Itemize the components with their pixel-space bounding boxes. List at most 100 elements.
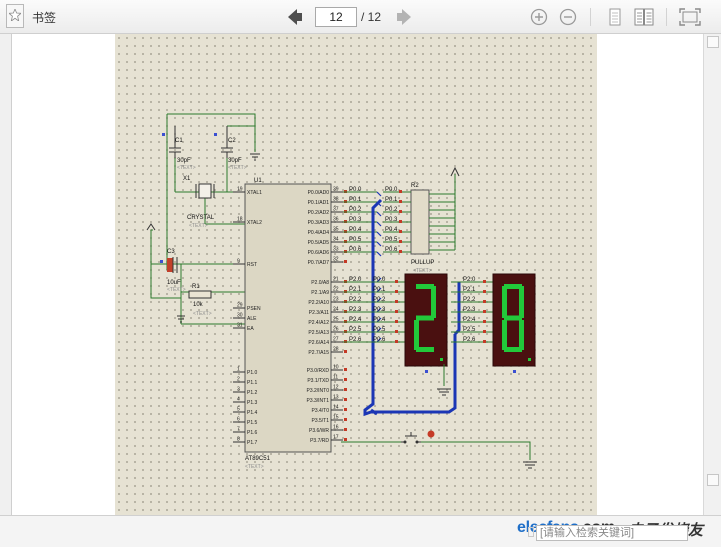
mcu-pin-name: P1.4	[247, 410, 258, 416]
zoom-out-button[interactable]	[557, 6, 579, 28]
pin-marker	[344, 388, 347, 391]
mcu-pin-number: 2	[237, 377, 240, 383]
pin-marker	[395, 330, 398, 333]
seven-segment-display-left: P0.0 P0.1 P0.2 P0.3 P0.4 P0.5 P0.6	[369, 273, 448, 373]
net-label: P0.4	[373, 317, 386, 323]
net-label: P0.3	[385, 217, 398, 223]
net-label: P2.0	[463, 277, 476, 283]
net-label: P0.4	[385, 227, 398, 233]
mcu-pin-number: 14	[333, 405, 339, 411]
pin-marker	[483, 330, 486, 333]
segment-g	[504, 315, 522, 321]
r2-name: R2	[411, 183, 419, 189]
mcu-pin-name: P0.2/AD2	[308, 210, 330, 216]
capacitor-c3: C3 10uF <TEXT>	[160, 249, 186, 293]
bookmark-panel-edge[interactable]	[0, 34, 12, 515]
pin-marker	[214, 133, 217, 136]
mcu-pin-name: P3.5/T1	[311, 418, 329, 424]
mcu-pin-name: P0.3/AD3	[308, 220, 330, 226]
net-label: P2.2	[463, 297, 476, 303]
crystal-x1: X1 CRYSTAL <TEXT>	[183, 176, 215, 229]
two-page-button[interactable]	[633, 6, 655, 28]
pin-marker	[399, 240, 402, 243]
ground-symbol	[250, 153, 260, 161]
mcu-pin-number: 26	[333, 327, 339, 333]
pin-marker	[399, 230, 402, 233]
mcu-pin-name: P1.3	[247, 400, 258, 406]
mcu-pin-name: P2.2/A10	[308, 300, 329, 306]
next-page-button[interactable]	[393, 6, 415, 28]
segment-d	[416, 347, 434, 352]
net-label: P0.0	[385, 187, 398, 193]
segment-c	[519, 320, 524, 350]
net-label: P2.3	[463, 307, 476, 313]
pin-marker	[344, 408, 347, 411]
pin-marker	[399, 190, 402, 193]
circuit-schematic: .w { stroke: #2c7a2c; stroke-width: 1; f…	[115, 34, 597, 515]
scroll-down-button[interactable]	[707, 474, 719, 486]
bus-entry	[376, 221, 382, 227]
document-viewer[interactable]: .w { stroke: #2c7a2c; stroke-width: 1; f…	[0, 34, 721, 515]
c2-value: 30pF	[228, 158, 242, 164]
mcu-pin-number: 9	[237, 259, 240, 265]
page-total: / 12	[361, 10, 382, 24]
mcu-pin-number: 10	[333, 365, 339, 371]
search-input[interactable]: [请输入检索关键词]	[536, 525, 688, 541]
two-page-icon	[634, 8, 654, 26]
mcu-pin-number: 13	[333, 395, 339, 401]
net-label: P2.3	[349, 307, 362, 313]
mcu-pin-name: P1.1	[247, 380, 258, 386]
vertical-scrollbar[interactable]	[703, 34, 721, 515]
fullscreen-button[interactable]	[677, 6, 703, 28]
mcu-pin-name: P3.1/TXD	[307, 378, 329, 384]
pin-marker	[399, 220, 402, 223]
mcu-pin-number: 36	[333, 217, 339, 223]
mcu-pin-name: P0.7/AD7	[308, 260, 330, 266]
resistor-pack-r2: R2 PULLUP <TEXT>	[410, 166, 460, 274]
mcu-pin-name: P2.0/A8	[311, 280, 329, 286]
mcu-pin-name: P1.7	[247, 440, 258, 446]
capacitor-c2: C2 30pF <TEXT>	[214, 126, 247, 171]
net-label: P0.5	[385, 237, 398, 243]
pin-marker	[162, 133, 165, 136]
scroll-up-button[interactable]	[707, 36, 719, 48]
mcu-pin-number: 4	[237, 397, 240, 403]
mcu-text-placeholder: <TEXT>	[245, 464, 264, 470]
wire	[167, 113, 256, 126]
mcu-pin-name: P3.0/RXD	[307, 368, 330, 374]
bus-entry	[376, 211, 382, 217]
mcu-pin-number: 15	[333, 415, 339, 421]
c3-name: C3	[167, 249, 175, 255]
mcu-pin-name: P3.6/WR	[309, 428, 329, 434]
single-page-button[interactable]	[604, 6, 626, 28]
mcu-pin-number: 30	[237, 313, 243, 319]
segment-dp	[440, 358, 443, 361]
toolbar: 书签 / 12	[0, 0, 721, 34]
zoom-in-button[interactable]	[528, 6, 550, 28]
net-label: P0.3	[373, 307, 386, 313]
prev-page-button[interactable]	[284, 6, 306, 28]
mcu-pin-number: 6	[237, 417, 240, 423]
bus-entry	[376, 241, 382, 247]
mcu-pin-name: P2.1/A9	[311, 290, 329, 296]
mcu-pin-number: 17	[333, 435, 339, 441]
bookmark-label[interactable]: 书签	[32, 9, 56, 26]
net-label: P0.6	[373, 337, 386, 343]
resistor-r1: R1 10k <TEXT>	[188, 284, 212, 317]
zoom-in-icon	[530, 8, 548, 26]
mcu-pin-name: P2.4/A12	[308, 320, 329, 326]
segment-e	[502, 320, 507, 350]
bus-line	[453, 282, 461, 336]
page-number-input[interactable]	[315, 7, 357, 27]
pin-marker	[395, 290, 398, 293]
mcu-pin-number: 32	[333, 257, 339, 263]
bookmark-icon[interactable]	[6, 4, 24, 28]
net-label: P0.1	[373, 287, 386, 293]
pin-marker	[483, 280, 486, 283]
segment-g	[416, 315, 434, 321]
net-label: P0.5	[349, 237, 362, 243]
net-label: P0.1	[385, 197, 398, 203]
power-arrow	[146, 223, 156, 231]
mcu-pin-number: 22	[333, 287, 339, 293]
r2-value: PULLUP	[411, 260, 434, 266]
